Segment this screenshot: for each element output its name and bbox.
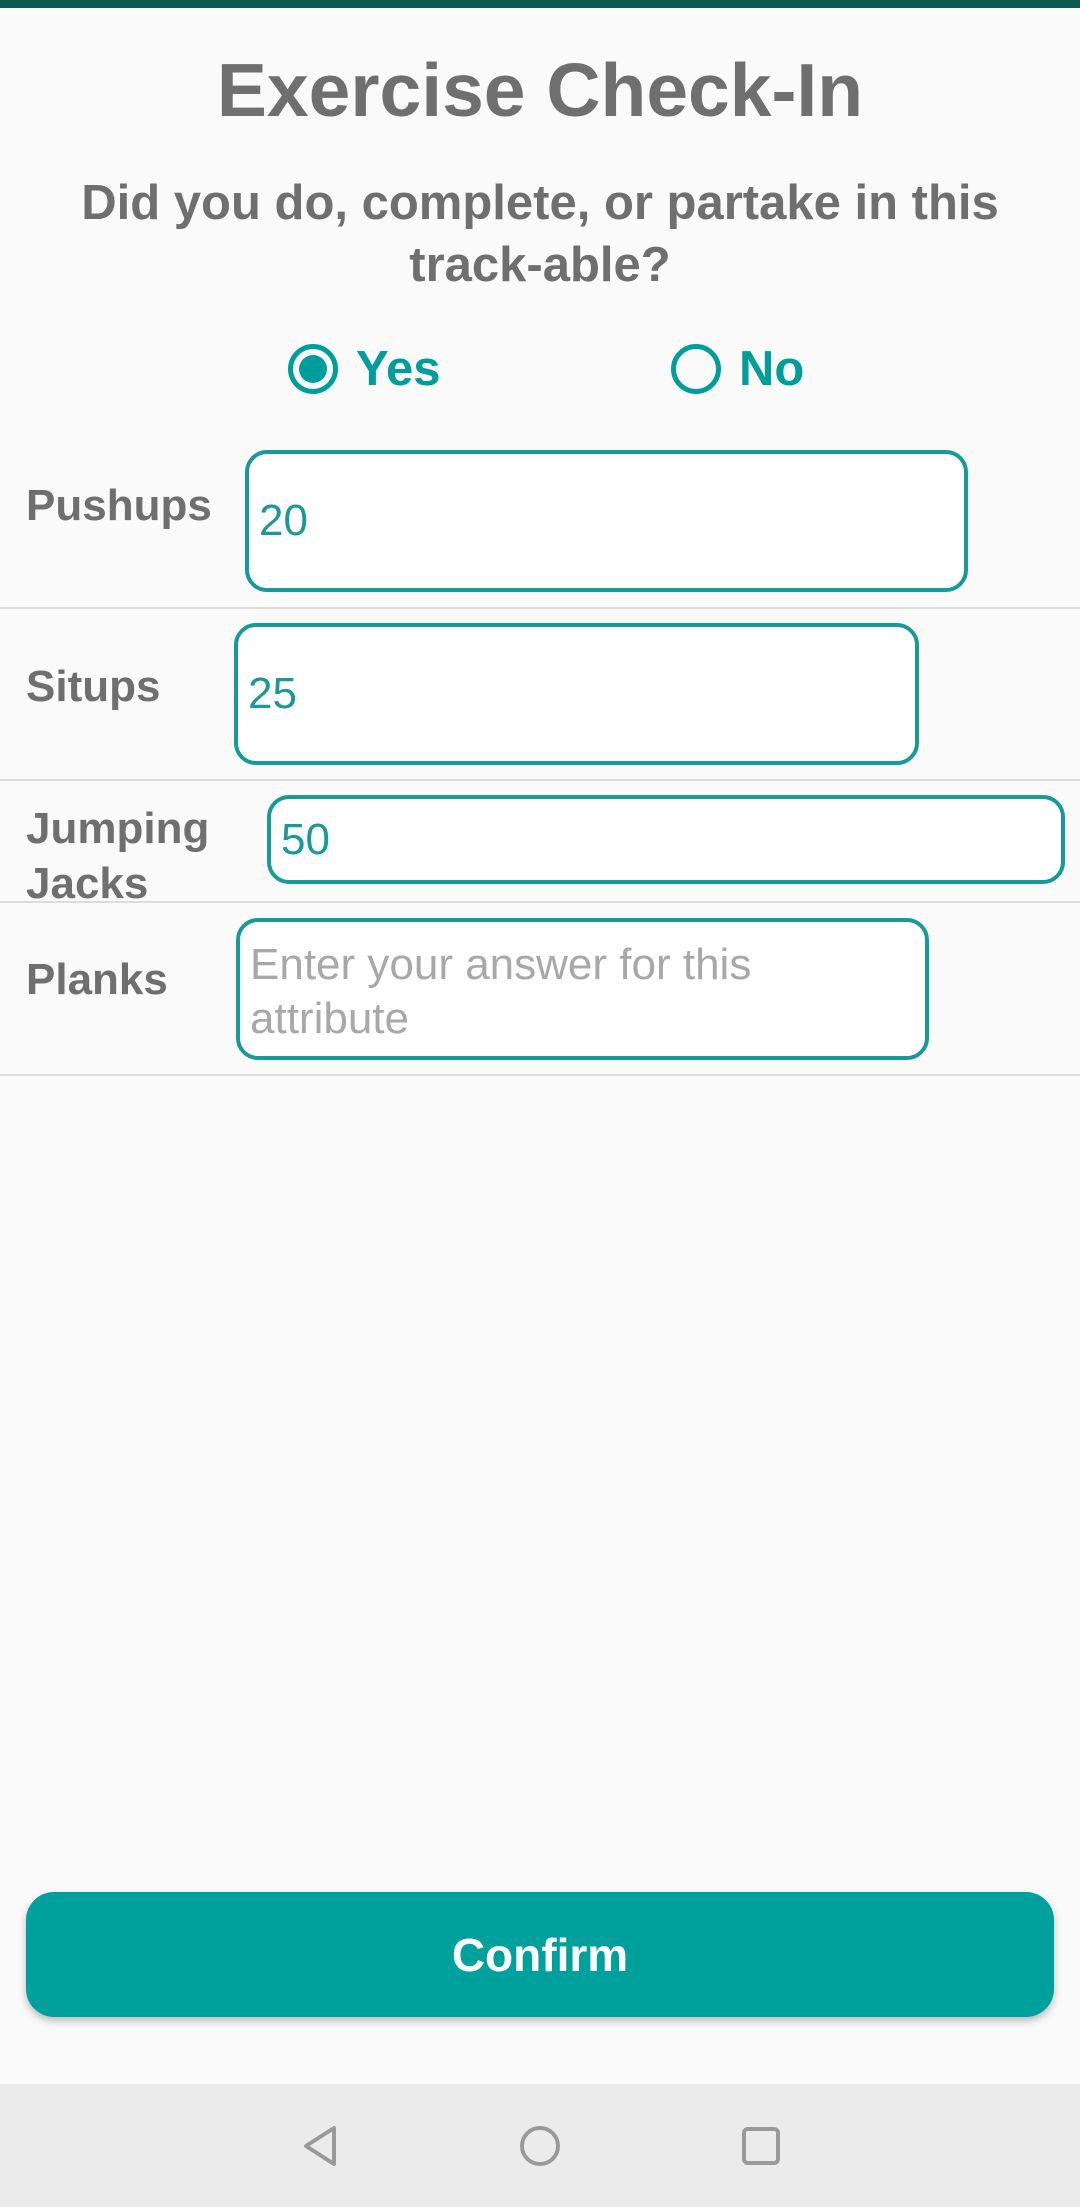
situps-input[interactable] [234,623,919,765]
back-triangle-icon [304,2126,336,2166]
field-row-jumping-jacks: Jumping Jacks [0,781,1080,908]
field-label-pushups: Pushups [26,481,212,530]
confirm-button[interactable]: Confirm [26,1892,1054,2017]
pushups-input[interactable] [245,450,968,592]
page-title: Exercise Check-In [216,48,864,132]
radio-no[interactable]: No [671,338,804,400]
field-label-situps: Situps [26,662,161,711]
nav-recent-apps-button[interactable] [721,2106,801,2186]
field-row-situps: Situps [0,609,1080,781]
radio-unselected-icon[interactable] [671,344,721,394]
top-accent-strip [0,0,1080,8]
nav-home-button[interactable] [500,2106,580,2186]
radio-selected-icon[interactable] [288,344,338,394]
radio-no-label[interactable]: No [739,341,804,397]
recent-apps-square-icon [742,2127,780,2165]
nav-back-button[interactable] [280,2106,360,2186]
question-text: Did you do, complete, or partake in this… [81,176,999,292]
radio-dot-icon [299,355,327,383]
radio-yes-label[interactable]: Yes [356,341,440,397]
field-row-planks: Planks [0,903,1080,1076]
planks-input[interactable] [236,918,929,1060]
field-row-pushups: Pushups [0,440,1080,609]
android-nav-bar [0,2084,1080,2207]
jumping-jacks-input[interactable] [267,795,1065,884]
home-circle-icon [520,2126,560,2166]
field-label-planks: Planks [26,955,168,1004]
radio-yes[interactable]: Yes [288,338,440,400]
field-label-jumping-jacks: Jumping Jacks [26,804,210,908]
